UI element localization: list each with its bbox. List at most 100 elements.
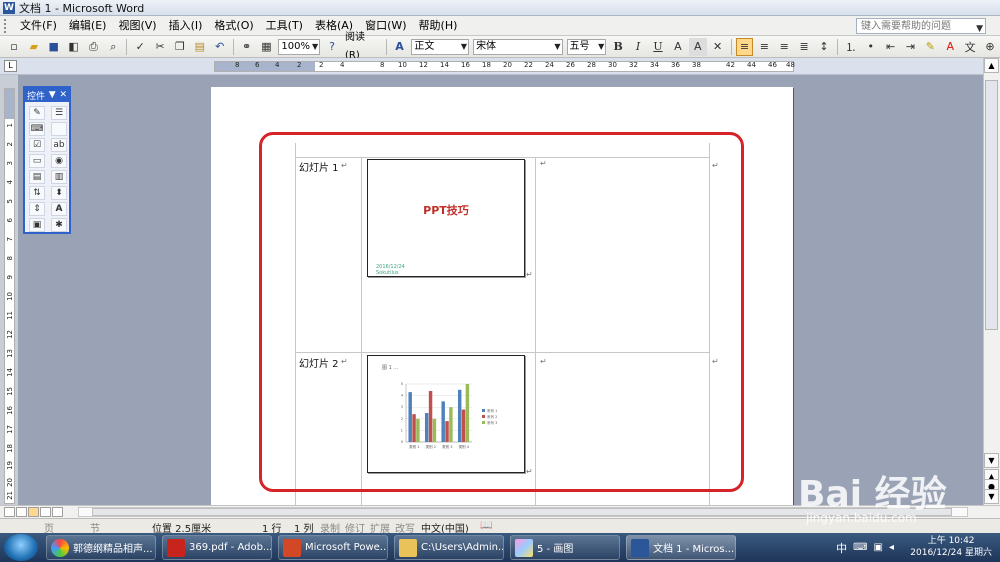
vertical-scrollbar[interactable]: ▲ ▼ ▲ ● ▼ [983, 58, 1000, 505]
menu-format[interactable]: 格式(O) [208, 16, 259, 36]
menu-view[interactable]: 视图(V) [112, 16, 162, 36]
spin-button-icon[interactable]: ⬍ [51, 186, 67, 200]
word-app-icon: W [3, 1, 15, 14]
align-right-button[interactable]: ≡ [775, 38, 793, 56]
permission-icon[interactable]: ◧ [65, 38, 83, 56]
table-icon[interactable]: ▦ [258, 38, 276, 56]
chevron-down-icon[interactable]: ▼ [976, 23, 983, 36]
char-shading-icon[interactable]: A [688, 37, 707, 56]
clock[interactable]: 上午 10:42 2016/12/24 星期六 [910, 535, 992, 559]
bold-button[interactable]: B [609, 38, 627, 56]
styles-icon[interactable]: A [391, 38, 409, 56]
reading-view-icon[interactable] [52, 507, 63, 517]
design-mode-icon[interactable]: ✎ [29, 106, 45, 120]
undo-icon[interactable]: ↶ [211, 38, 229, 56]
increase-indent-icon[interactable]: ⇥ [902, 38, 920, 56]
horizontal-ruler[interactable]: 8 6 4 2 2 4 8 10 12 14 16 18 20 22 24 26… [214, 61, 795, 72]
open-folder-icon[interactable]: ▰ [25, 38, 43, 56]
toggle-button-icon[interactable]: ⇅ [29, 186, 45, 200]
print-preview-icon[interactable]: ⌕ [104, 38, 122, 56]
style-select[interactable]: 正文 ▼ [411, 38, 470, 55]
listbox-icon[interactable]: ▤ [29, 170, 45, 184]
taskbar-item[interactable]: 5 - 画图 [510, 535, 620, 560]
more-controls-icon[interactable]: ✱ [51, 218, 67, 232]
print-layout-view-icon[interactable] [28, 507, 39, 517]
copy-icon[interactable]: ❐ [171, 38, 189, 56]
taskbar-item[interactable]: Microsoft Powe... [278, 535, 388, 560]
command-button-icon[interactable]: ▭ [29, 154, 45, 168]
input-language[interactable]: 中 [836, 540, 847, 556]
underline-button[interactable]: U [649, 38, 667, 56]
zoom-select[interactable]: 100% ▼ [278, 38, 321, 55]
cut-icon[interactable]: ✂ [151, 38, 169, 56]
vertical-scroll-thumb[interactable] [985, 80, 998, 330]
scroll-up-icon[interactable]: ▲ [984, 58, 999, 73]
vertical-ruler[interactable]: 1 2 3 4 5 6 7 8 9 10 11 12 13 14 15 16 1… [4, 88, 15, 504]
taskbar-item[interactable]: 369.pdf - Adob... [162, 535, 272, 560]
network-icon[interactable]: ▣ [874, 542, 883, 553]
line-spacing-icon[interactable]: ↕ [815, 38, 833, 56]
menu-tools[interactable]: 工具(T) [260, 16, 309, 36]
folder-icon [399, 538, 417, 557]
phonetic-guide-icon[interactable]: 文 [961, 38, 979, 56]
font-color-icon[interactable]: A [941, 38, 959, 56]
new-document-icon[interactable]: ▫ [5, 38, 23, 56]
hyperlink-icon[interactable]: ⚭ [238, 38, 256, 56]
align-justify-button[interactable]: ≡ [735, 37, 754, 56]
ruler-number: 3 [6, 161, 14, 166]
menu-edit[interactable]: 编辑(E) [63, 16, 113, 36]
enclose-char-icon[interactable]: ⊕ [981, 38, 999, 56]
numbering-icon[interactable]: ⒈ [842, 38, 860, 56]
taskbar-item[interactable]: 郭德纲精品相声... [46, 535, 156, 560]
menu-insert[interactable]: 插入(I) [163, 16, 209, 36]
volume-icon[interactable]: ◂ [889, 542, 894, 553]
menu-grip[interactable] [4, 18, 8, 33]
help-search-input[interactable]: 键入需要帮助的问题 ▼ [856, 18, 986, 34]
next-page-icon[interactable]: ▼ [984, 489, 999, 504]
menu-file[interactable]: 文件(F) [14, 16, 63, 36]
taskbar-item[interactable]: C:\Users\Admin... [394, 535, 504, 560]
control-toolbox-titlebar[interactable]: 控件 ▼ ✕ [25, 88, 69, 102]
save-icon[interactable]: ■ [45, 38, 63, 56]
char-border-icon[interactable]: A [669, 38, 687, 56]
spelling-icon[interactable]: ✓ [131, 38, 149, 56]
label-control-icon[interactable]: A [51, 202, 67, 216]
checkbox-control-icon[interactable]: ☑ [29, 138, 45, 152]
option-button-icon[interactable]: ◉ [51, 154, 67, 168]
print-icon[interactable]: ⎙ [85, 38, 103, 56]
view-code-icon[interactable]: ⌨ [29, 122, 45, 136]
ruler-number: 10 [398, 61, 407, 69]
chevron-down-icon[interactable]: ▼ [49, 90, 56, 100]
image-control-icon[interactable]: ▣ [29, 218, 45, 232]
close-icon[interactable]: ✕ [59, 90, 67, 100]
decrease-indent-icon[interactable]: ⇤ [882, 38, 900, 56]
properties-icon[interactable]: ☰ [51, 106, 67, 120]
control-toolbox[interactable]: 控件 ▼ ✕ ✎ ☰ ⌨ ☑ ab ▭ ◉ ▤ ▥ ⇅ ⬍ ⇕ A ▣ ✱ [23, 86, 71, 234]
tab-selector[interactable]: L [4, 60, 17, 72]
highlight-icon[interactable]: ✎ [921, 38, 939, 56]
textbox-control-icon[interactable]: ab [51, 138, 67, 152]
font-size-select[interactable]: 五号 ▼ [566, 38, 607, 55]
font-select[interactable]: 宋体 ▼ [473, 38, 563, 55]
italic-button[interactable]: I [629, 38, 647, 56]
font-size-value: 五号 [569, 40, 590, 52]
bullets-icon[interactable]: • [862, 38, 880, 56]
outline-view-icon[interactable] [40, 507, 51, 517]
web-view-icon[interactable] [16, 507, 27, 517]
char-scale-icon[interactable]: ✕ [709, 38, 727, 56]
keyboard-icon[interactable]: ⌨ [853, 542, 867, 553]
ruler-number: 10 [6, 292, 14, 301]
scroll-down-icon[interactable]: ▼ [984, 453, 999, 468]
taskbar-item-active[interactable]: 文档 1 - Micros... [626, 535, 736, 560]
start-button[interactable] [4, 534, 38, 561]
combobox-icon[interactable]: ▥ [51, 170, 67, 184]
scrollbar-control-icon[interactable]: ⇕ [29, 202, 45, 216]
normal-view-icon[interactable] [4, 507, 15, 517]
help-icon[interactable]: ? [323, 38, 341, 56]
align-center-button[interactable]: ≡ [755, 38, 773, 56]
spelling-status-icon[interactable]: 📖 [480, 520, 492, 531]
distributed-align-button[interactable]: ≣ [795, 38, 813, 56]
paste-icon[interactable]: ▤ [191, 38, 209, 56]
menu-help[interactable]: 帮助(H) [413, 16, 464, 36]
blank-tool-icon[interactable] [51, 122, 67, 136]
